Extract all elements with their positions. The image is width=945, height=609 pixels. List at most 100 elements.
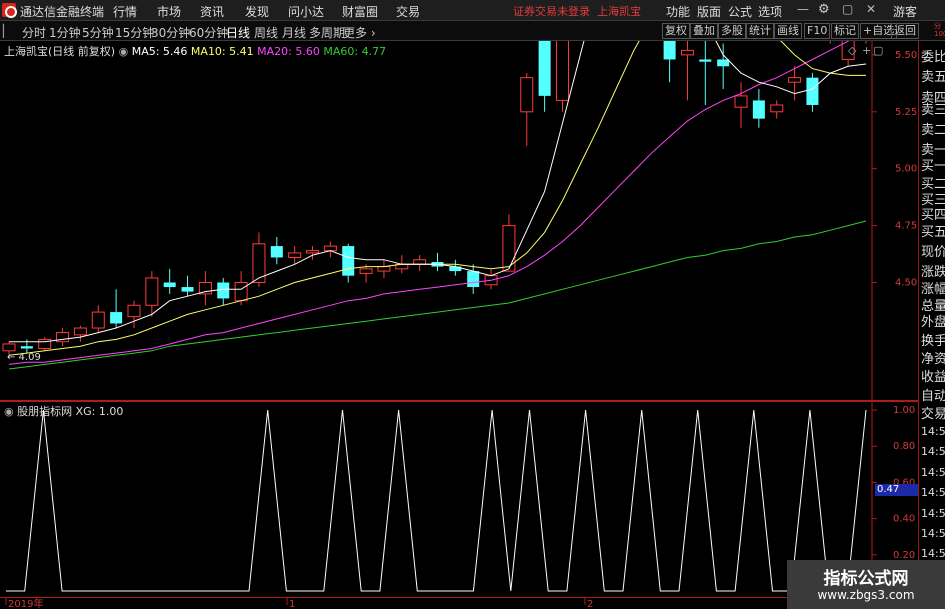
close-icon[interactable]: ✕ bbox=[866, 2, 876, 16]
ma20-label: MA20: 5.60 bbox=[257, 45, 320, 58]
menu-ask[interactable]: 问小达 bbox=[288, 3, 324, 20]
candle-body-up[interactable] bbox=[73, 327, 87, 336]
price-tick-label: 4.75 bbox=[895, 221, 917, 232]
menu-layout[interactable]: 版面 bbox=[697, 3, 721, 20]
candle-body-up[interactable] bbox=[502, 225, 516, 272]
x-axis-label: 2019年 bbox=[8, 597, 43, 609]
menu-trade[interactable]: 交易 bbox=[396, 3, 420, 20]
trade-time: 14:56 bbox=[921, 486, 945, 499]
period-5min[interactable]: 5分钟 bbox=[82, 24, 114, 41]
candle-body-up[interactable] bbox=[680, 49, 694, 56]
candle-body-down[interactable] bbox=[110, 312, 123, 324]
minimize-icon[interactable]: — bbox=[797, 2, 809, 16]
price-tick-label: 5.00 bbox=[895, 164, 917, 175]
login-status[interactable]: 证券交易未登录 上海凯宝 bbox=[513, 3, 641, 19]
menu-market-quote[interactable]: 行情 bbox=[113, 3, 137, 20]
indicator-tick-label: 0.80 bbox=[893, 441, 915, 452]
candle-body-down[interactable] bbox=[538, 41, 551, 96]
indicator-chart[interactable]: 1.000.800.600.400.202019年 1 2 bbox=[0, 401, 918, 609]
tool-overlay[interactable]: 叠加 bbox=[690, 23, 718, 39]
period-toolbar: ▏ 分时 1分钟 5分钟 15分钟 30分钟 60分钟 日线 周线 月线 多周期… bbox=[0, 21, 945, 41]
candle-body-up[interactable] bbox=[770, 104, 784, 113]
candle-body-up[interactable] bbox=[288, 252, 302, 258]
tool-stats[interactable]: 统计 bbox=[746, 23, 774, 39]
collapse-arrow-icon[interactable]: ▏ bbox=[3, 24, 12, 38]
menu-functions[interactable]: 功能 bbox=[666, 3, 690, 20]
tool-mark[interactable]: 标记 bbox=[831, 23, 859, 39]
indicator-toggle-icon[interactable]: ◉ bbox=[4, 405, 14, 418]
indicator-tick-label: 0.40 bbox=[893, 514, 915, 525]
candle-body-down[interactable] bbox=[467, 271, 480, 288]
candle-body-down[interactable] bbox=[699, 59, 712, 62]
menu-market[interactable]: 市场 bbox=[157, 3, 181, 20]
candle-body-down[interactable] bbox=[217, 282, 230, 299]
maximize-icon[interactable]: ▢ bbox=[842, 2, 853, 16]
menu-wealth-circle[interactable]: 财富圈 bbox=[342, 3, 378, 20]
indicator-legend: ◉ 股朋指标网 XG: 1.00 bbox=[4, 403, 123, 419]
candle-body-down[interactable] bbox=[163, 282, 176, 288]
tool-back[interactable]: 返回 bbox=[891, 23, 919, 39]
price-plot-background bbox=[0, 41, 918, 401]
ma60-label: MA60: 4.77 bbox=[323, 45, 387, 58]
period-more[interactable]: 更多 › bbox=[343, 24, 376, 41]
indicator-plot-background bbox=[0, 401, 918, 609]
candle-body-up[interactable] bbox=[413, 259, 427, 265]
candle-body-up[interactable] bbox=[306, 250, 320, 254]
panel-label: 委比 bbox=[921, 50, 945, 65]
candle-body-down[interactable] bbox=[663, 41, 676, 60]
candle-body-down[interactable] bbox=[752, 100, 765, 119]
period-multi[interactable]: 多周期 bbox=[309, 24, 345, 41]
candle-body-up[interactable] bbox=[145, 277, 159, 306]
panel-label[interactable]: 交易 bbox=[921, 403, 945, 422]
period-monthly[interactable]: 月线 bbox=[282, 24, 306, 41]
candle-body-up[interactable] bbox=[734, 95, 748, 108]
price-legend: 上海凯宝(日线 前复权) ◉ MA5: 5.46 MA10: 5.41 MA20… bbox=[4, 43, 386, 59]
panel-label: 卖二 bbox=[921, 123, 945, 138]
candle-body-down[interactable] bbox=[342, 246, 355, 276]
candle-body-up[interactable] bbox=[788, 77, 802, 83]
period-intraday[interactable]: 分时 bbox=[22, 24, 46, 41]
menu-news[interactable]: 资讯 bbox=[200, 3, 224, 20]
tool-adjust[interactable]: 复权 bbox=[662, 23, 690, 39]
tool-draw[interactable]: 画线 bbox=[774, 23, 802, 39]
price-tick-label: 4.50 bbox=[895, 278, 917, 289]
period-daily[interactable]: 日线 bbox=[226, 24, 250, 41]
menu-options[interactable]: 选项 bbox=[758, 3, 782, 20]
user-label[interactable]: 游客 bbox=[893, 3, 917, 20]
period-weekly[interactable]: 周线 bbox=[254, 24, 278, 41]
candle-body-up[interactable] bbox=[359, 268, 373, 274]
period-15min[interactable]: 15分钟 bbox=[115, 24, 154, 41]
period-60min[interactable]: 60分钟 bbox=[189, 24, 228, 41]
chart-restore-icon[interactable]: ▢ bbox=[873, 44, 883, 57]
candle-body-down[interactable] bbox=[181, 287, 194, 292]
settings-icon[interactable]: ⚙ bbox=[818, 2, 830, 17]
menu-formula[interactable]: 公式 bbox=[728, 3, 752, 20]
candle-body-down[interactable] bbox=[806, 77, 819, 105]
app-title: 通达信金融终端 bbox=[20, 5, 105, 19]
chart-settings-icon[interactable]: ◇ bbox=[848, 44, 856, 57]
indicator-name: 股朋指标网 bbox=[17, 405, 73, 418]
candle-body-up[interactable] bbox=[555, 41, 569, 101]
candle-body-down[interactable] bbox=[270, 246, 283, 258]
chart-zoom-icon[interactable]: + bbox=[862, 44, 871, 57]
candle-body-up[interactable] bbox=[520, 77, 534, 113]
candle-body-down[interactable] bbox=[20, 346, 33, 349]
menu-discover[interactable]: 发现 bbox=[245, 3, 269, 20]
tool-f10[interactable]: F10 bbox=[804, 23, 831, 39]
period-1min[interactable]: 1分钟 bbox=[49, 24, 81, 41]
watermark: 指标公式网 www.zbgs3.com bbox=[787, 560, 945, 609]
price-chart[interactable]: 6.506.256.005.755.505.255.004.754.506.72… bbox=[0, 41, 918, 401]
candle-body-up[interactable] bbox=[234, 282, 248, 302]
legend-toggle-icon[interactable]: ◉ bbox=[119, 45, 129, 58]
watermark-title: 指标公式网 bbox=[823, 569, 909, 589]
candle-body-up[interactable] bbox=[377, 266, 391, 272]
candle-body-down[interactable] bbox=[717, 59, 730, 67]
tool-multistock[interactable]: 多股 bbox=[718, 23, 746, 39]
panel-label[interactable]: 自动 bbox=[921, 385, 945, 404]
stock-title: 上海凯宝(日线 前复权) bbox=[4, 45, 116, 58]
period-30min[interactable]: 30分钟 bbox=[151, 24, 190, 41]
candle-body-up[interactable] bbox=[91, 311, 105, 329]
candle-body-up[interactable] bbox=[127, 304, 141, 318]
candle-body-up[interactable] bbox=[2, 343, 16, 352]
candle-body-up[interactable] bbox=[323, 245, 337, 252]
